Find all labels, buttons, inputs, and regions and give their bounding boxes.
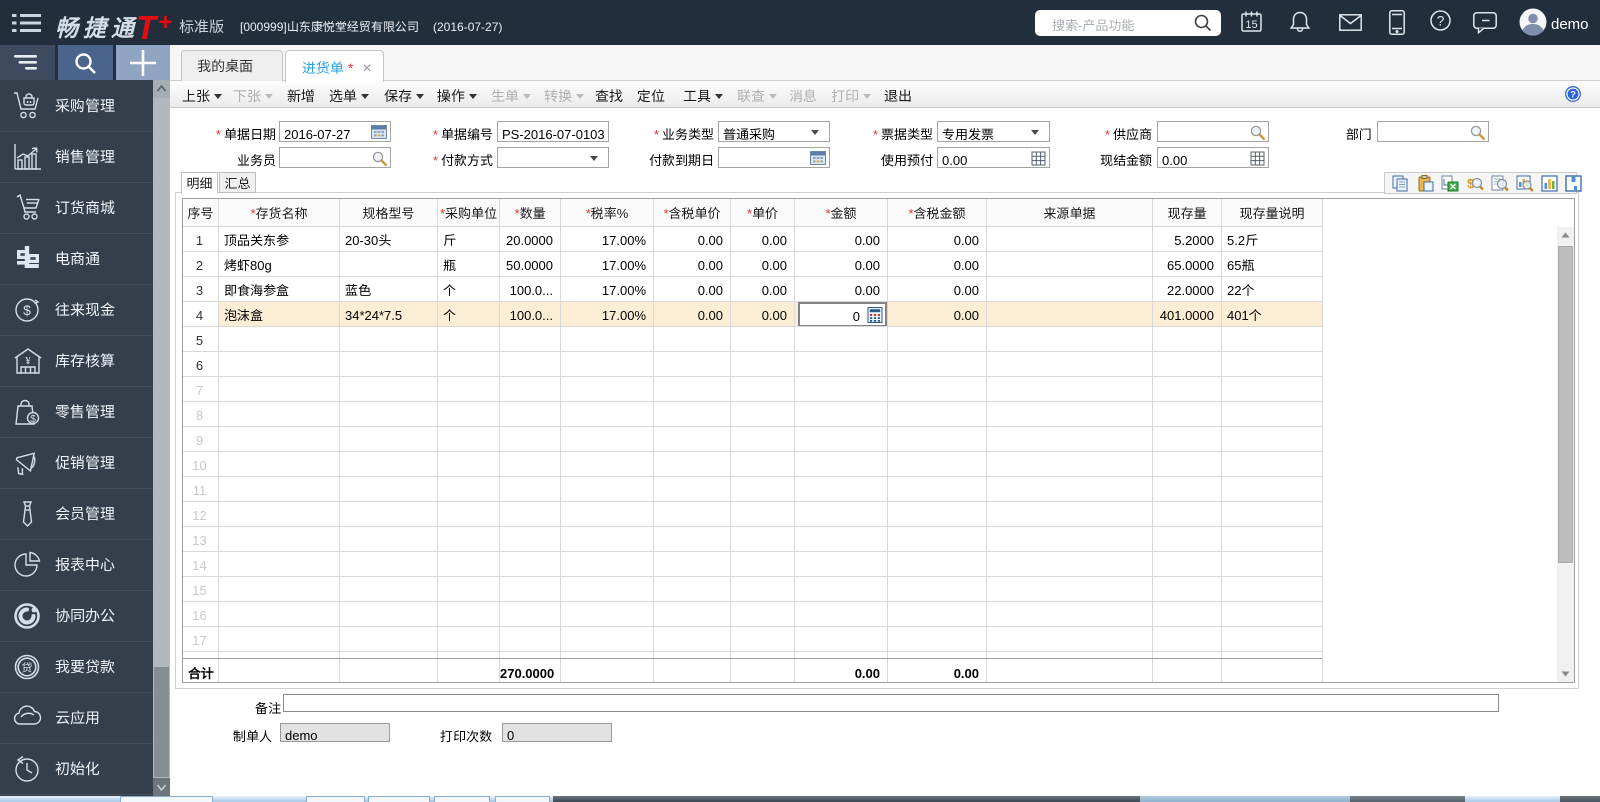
- svg-text:$: $: [23, 302, 31, 318]
- svg-text:¥: ¥: [25, 352, 31, 368]
- svg-text:贷: 贷: [22, 660, 33, 676]
- svg-text:?: ?: [1437, 13, 1445, 29]
- svg-text:?: ?: [1570, 90, 1576, 101]
- svg-text:15: 15: [1245, 19, 1257, 31]
- svg-text:$: $: [30, 414, 36, 425]
